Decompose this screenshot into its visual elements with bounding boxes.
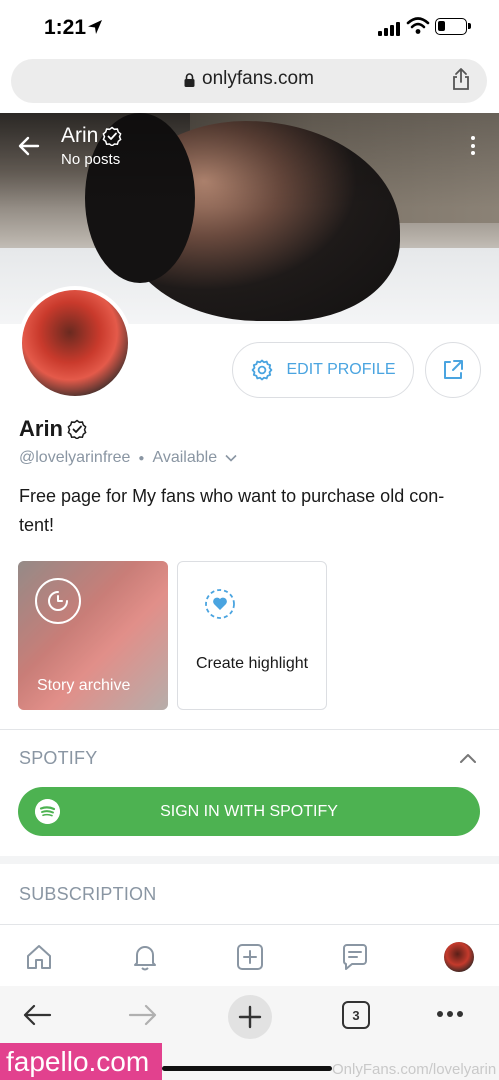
home-indicator — [162, 1066, 332, 1071]
bottom-navigation — [0, 924, 499, 986]
browser-forward-icon[interactable] — [128, 1003, 158, 1027]
cover-name: Arin — [61, 124, 99, 147]
spotify-icon — [35, 799, 60, 824]
url-text[interactable]: onlyfans.com — [202, 68, 314, 90]
wifi-icon — [406, 17, 430, 34]
more-icon[interactable] — [437, 1011, 463, 1017]
watermark-left: fapello.com — [0, 1043, 162, 1080]
avatar[interactable] — [18, 286, 132, 400]
browser-back-icon[interactable] — [22, 1003, 52, 1027]
chevron-down-icon[interactable] — [225, 454, 237, 462]
story-archive-card[interactable]: Story archive — [18, 561, 168, 710]
back-arrow-icon[interactable] — [17, 134, 41, 158]
profile-handle: @lovelyarinfree — [19, 449, 131, 466]
cellular-signal-icon — [378, 20, 400, 36]
watermark-right: OnlyFans.com/lovelyarin — [332, 1061, 497, 1078]
plus-icon — [238, 1005, 262, 1029]
new-tab-button[interactable] — [228, 995, 272, 1039]
sign-in-spotify-label: SIGN IN WITH SPOTIFY — [160, 802, 338, 820]
home-icon[interactable] — [24, 942, 54, 972]
share-arrow-icon — [444, 360, 463, 379]
handle-row: @lovelyarinfree ● Available — [19, 449, 237, 467]
section-divider — [0, 856, 499, 864]
edit-profile-button[interactable]: EDIT PROFILE — [232, 342, 414, 398]
plus-square-icon[interactable] — [235, 942, 265, 972]
gear-icon — [252, 359, 273, 381]
verified-icon — [67, 419, 87, 439]
availability-status[interactable]: Available — [152, 449, 217, 467]
nav-avatar[interactable] — [444, 942, 474, 972]
create-highlight-card[interactable]: Create highlight — [177, 561, 327, 710]
battery-icon — [435, 18, 471, 35]
subscription-section-title: SUBSCRIPTION — [19, 884, 157, 904]
share-icon[interactable] — [451, 67, 471, 91]
spotify-section-title: SPOTIFY — [19, 748, 98, 768]
more-options-icon[interactable] — [469, 136, 477, 158]
separator-dot: ● — [138, 452, 145, 464]
cover-title: Arin — [61, 124, 122, 148]
bell-icon[interactable] — [130, 942, 160, 972]
location-arrow-icon — [88, 20, 102, 34]
cover-subtitle: No posts — [61, 151, 121, 168]
profile-name: Arin — [19, 416, 87, 442]
tabs-button[interactable]: 3 — [342, 1001, 370, 1029]
lock-icon — [184, 73, 195, 87]
messages-icon[interactable] — [340, 942, 370, 972]
profile-name-text: Arin — [19, 416, 63, 441]
story-archive-label: Story archive — [37, 677, 131, 694]
heart-circle-icon — [200, 584, 240, 624]
profile-bio: Free page for My fans who want to purcha… — [19, 486, 445, 535]
clock-icon — [35, 578, 81, 624]
sign-in-spotify-button[interactable]: SIGN IN WITH SPOTIFY — [18, 787, 480, 836]
share-profile-button[interactable] — [425, 342, 481, 398]
edit-profile-label: EDIT PROFILE — [286, 361, 396, 378]
chevron-up-icon[interactable] — [459, 752, 477, 764]
section-divider — [0, 729, 499, 730]
status-bar: 1:21 — [0, 0, 499, 56]
verified-icon — [102, 126, 122, 146]
create-highlight-label: Create highlight — [196, 655, 309, 672]
status-time: 1:21 — [44, 16, 87, 39]
